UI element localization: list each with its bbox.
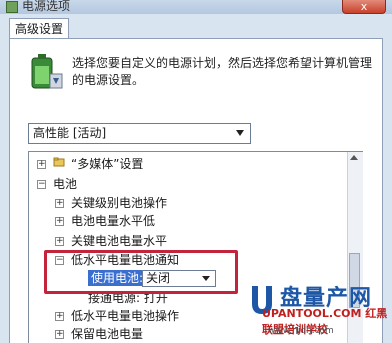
window-title: 电源选项: [22, 0, 71, 13]
power-plan-value: 高性能 [活动]: [33, 126, 107, 140]
collapse-icon[interactable]: −: [37, 180, 46, 189]
expand-icon[interactable]: +: [55, 330, 64, 339]
plan-description: 选择您要自定义的电源计划，然后选择您希望计算机管理的电源设置。: [72, 56, 373, 87]
expand-icon[interactable]: +: [55, 237, 64, 246]
tree-item-label: 关键电池电量水平: [71, 234, 168, 248]
expand-icon[interactable]: +: [55, 217, 64, 226]
tree-item-label: 低水平电量电池操作: [71, 309, 180, 323]
expand-icon[interactable]: +: [55, 199, 64, 208]
tree-item-label: 保留电池电量: [71, 327, 144, 341]
chevron-down-icon: [236, 130, 244, 136]
watermark-url: www.hjdn.com: [268, 326, 334, 336]
tree-item-label: “多媒体”设置: [71, 157, 144, 171]
tree-item-label: 关键级别电池操作: [71, 196, 168, 210]
title-bar: 电源选项 x: [0, 0, 392, 14]
power-plan-select[interactable]: 高性能 [活动]: [28, 123, 251, 144]
folder-icon: [53, 156, 65, 168]
expand-icon[interactable]: +: [55, 312, 64, 321]
close-button[interactable]: x: [342, 0, 386, 14]
tree-item-label: 电池: [53, 177, 78, 191]
expand-icon[interactable]: +: [37, 160, 46, 169]
battery-icon: [31, 54, 63, 89]
highlight-box: [44, 250, 238, 294]
power-options-icon: [6, 1, 18, 13]
tree-item-label: 电池电量水平低: [71, 214, 156, 228]
tab-advanced-settings[interactable]: 高级设置: [9, 18, 69, 39]
scroll-up-icon[interactable]: [350, 155, 358, 160]
